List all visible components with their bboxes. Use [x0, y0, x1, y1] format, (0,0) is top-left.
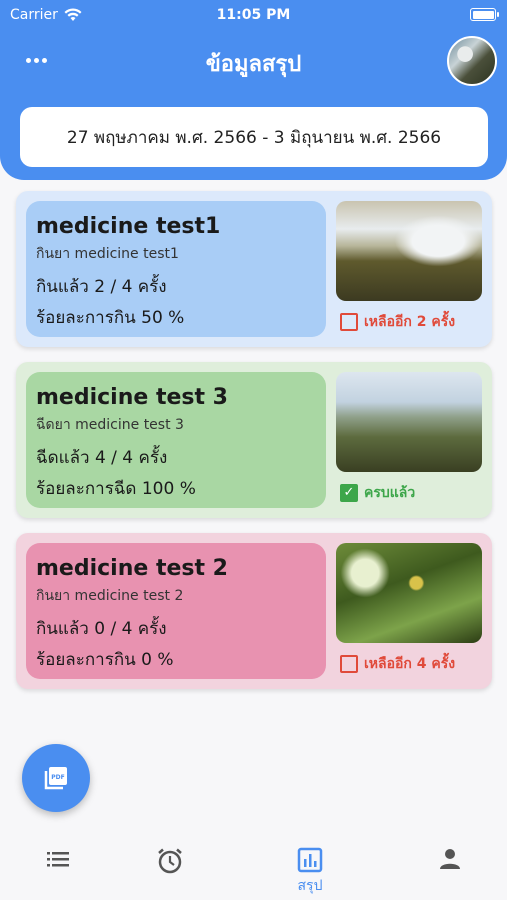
bottom-tab-bar: สรุป: [0, 835, 507, 900]
medicine-name: medicine test 3: [36, 385, 228, 410]
medicine-photo: [336, 201, 482, 301]
tab-alarm[interactable]: [140, 847, 200, 897]
pdf-icon-label: PDF: [51, 774, 64, 781]
tab-profile[interactable]: [420, 847, 480, 897]
date-range-label: 27 พฤษภาคม พ.ศ. 2566 - 3 มิถุนายน พ.ศ. 2…: [66, 127, 442, 148]
medicine-percent: ร้อยละการฉีด 100 %: [36, 479, 196, 499]
medicine-description: ฉีดยา medicine test 3: [36, 417, 184, 433]
medicine-info: medicine test 2 กินยา medicine test 2 กิ…: [26, 543, 326, 679]
medicine-info: medicine test 3 ฉีดยา medicine test 3 ฉี…: [26, 372, 326, 508]
medicine-name: medicine test1: [36, 214, 221, 239]
medicine-description: กินยา medicine test 2: [36, 588, 184, 604]
app-header: Carrier 11:05 PM ข้อมูลสรุป 27 พฤษภาคม พ…: [0, 0, 507, 180]
medicine-status: เหลืออีก 4 ครั้ง: [340, 653, 455, 675]
medicine-photo: [336, 543, 482, 643]
date-range-selector[interactable]: 27 พฤษภาคม พ.ศ. 2566 - 3 มิถุนายน พ.ศ. 2…: [20, 107, 488, 167]
medicine-photo: [336, 372, 482, 472]
checkbox-unchecked-icon: [340, 313, 358, 331]
checkbox-unchecked-icon: [340, 655, 358, 673]
medicine-count: กินแล้ว 0 / 4 ครั้ง: [36, 619, 167, 639]
battery-icon: [470, 8, 499, 21]
export-pdf-button[interactable]: PDF: [22, 744, 90, 812]
page-title: ข้อมูลสรุป: [205, 52, 302, 77]
medicine-status: เหลืออีก 2 ครั้ง: [340, 311, 455, 333]
medicine-count: กินแล้ว 2 / 4 ครั้ง: [36, 277, 167, 297]
tab-list[interactable]: [28, 847, 88, 897]
list-icon: [47, 852, 69, 867]
checkbox-checked-icon: ✓: [340, 484, 358, 502]
alarm-clock-icon: [158, 848, 182, 874]
tab-summary[interactable]: สรุป: [280, 847, 340, 897]
medicine-card[interactable]: medicine test 3 ฉีดยา medicine test 3 ฉี…: [16, 362, 492, 518]
status-time: 11:05 PM: [216, 7, 291, 23]
medicine-percent: ร้อยละการกิน 0 %: [36, 650, 174, 670]
medicine-card[interactable]: medicine test 2 กินยา medicine test 2 กิ…: [16, 533, 492, 689]
status-bar: Carrier 11:05 PM: [0, 6, 507, 26]
pdf-icon: PDF: [44, 767, 67, 790]
medicine-status: ✓ ครบแล้ว: [340, 482, 415, 504]
status-label: เหลืออีก 4 ครั้ง: [364, 656, 456, 672]
medicine-name: medicine test 2: [36, 556, 228, 581]
person-icon: [440, 849, 460, 869]
medicine-card[interactable]: medicine test1 กินยา medicine test1 กินแ…: [16, 191, 492, 347]
status-label: ครบแล้ว: [364, 485, 416, 501]
medicine-info: medicine test1 กินยา medicine test1 กินแ…: [26, 201, 326, 337]
medicine-count: ฉีดแล้ว 4 / 4 ครั้ง: [36, 448, 168, 468]
medicine-percent: ร้อยละการกิน 50 %: [36, 308, 185, 328]
tab-summary-label: สรุป: [297, 878, 323, 894]
avatar[interactable]: [447, 36, 497, 86]
bar-chart-icon: [297, 847, 323, 873]
medicine-description: กินยา medicine test1: [36, 246, 179, 262]
status-label: เหลืออีก 2 ครั้ง: [364, 314, 456, 330]
